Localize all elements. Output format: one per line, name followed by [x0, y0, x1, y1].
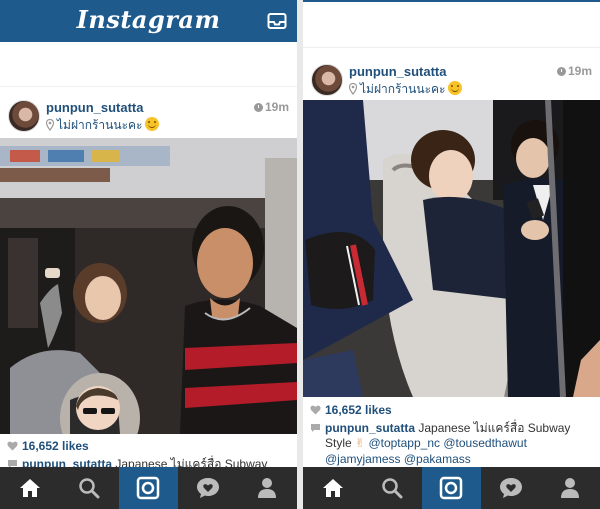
search-icon	[382, 478, 403, 499]
right-screen: punpun_sutatta ไม่ฝากร้านนะคะ 19m 16,652…	[303, 0, 600, 509]
likes-count[interactable]: 16,652 likes	[7, 439, 89, 453]
post-username[interactable]: punpun_sutatta	[349, 64, 447, 79]
home-icon	[322, 479, 343, 497]
tab-profile[interactable]	[238, 467, 297, 509]
profile-icon	[561, 478, 580, 498]
tab-home[interactable]	[0, 467, 59, 509]
mention-toptapp[interactable]: @toptapp_nc	[368, 436, 440, 450]
post-caption: punpun_sutatta Japanese ไม่แคร์สื่อ Subw…	[310, 421, 578, 436]
mention-pakamass[interactable]: @pakamass	[404, 452, 471, 466]
tab-home[interactable]	[303, 467, 362, 509]
likes-text: 16,652 likes	[325, 403, 392, 417]
avatar[interactable]	[8, 100, 40, 132]
avatar[interactable]	[311, 64, 343, 96]
bottom-tab-bar	[303, 467, 600, 509]
post-photo[interactable]	[303, 100, 600, 397]
post-username[interactable]: punpun_sutatta	[46, 100, 144, 115]
caption-style-text: Style	[325, 436, 352, 450]
tab-explore[interactable]	[59, 467, 118, 509]
home-icon	[19, 479, 40, 497]
tab-activity[interactable]	[481, 467, 540, 509]
left-screen: Instagram punpun_sutatta ไม่ฝากร้านนะคะ …	[0, 0, 297, 509]
post-time: 19m	[253, 100, 289, 114]
mention-jamyjamess[interactable]: @jamyjamess	[325, 452, 401, 466]
activity-heart-bubble-icon	[499, 478, 522, 498]
heart-icon	[310, 405, 321, 415]
post-header: punpun_sutatta ไม่ฝากร้านนะคะ 19m	[0, 100, 297, 140]
caption-text: Japanese ไม่แคร์สื่อ Subway	[418, 421, 571, 435]
post-caption-line-3: @jamyjamess @pakamass	[325, 452, 593, 467]
camera-icon	[440, 476, 463, 500]
location-text: ไม่ฝากร้านนะคะ	[360, 82, 446, 96]
time-text: 19m	[264, 100, 289, 114]
tab-profile[interactable]	[541, 467, 600, 509]
top-bar-scrolled	[303, 0, 600, 48]
app-logo: Instagram	[76, 5, 221, 34]
top-navigation-bar: Instagram	[0, 0, 297, 42]
profile-icon	[258, 478, 277, 498]
tab-camera[interactable]	[421, 467, 482, 509]
smiley-icon	[144, 117, 159, 131]
activity-heart-bubble-icon	[196, 478, 219, 498]
bottom-tab-bar	[0, 467, 297, 509]
clock-icon	[253, 103, 263, 112]
tab-activity[interactable]	[178, 467, 237, 509]
time-text: 19m	[567, 64, 592, 78]
post-header: punpun_sutatta ไม่ฝากร้านนะคะ 19m	[303, 64, 600, 104]
tab-explore[interactable]	[362, 467, 421, 509]
tab-camera[interactable]	[118, 467, 179, 509]
location-text: ไม่ฝากร้านนะคะ	[57, 118, 143, 132]
smiley-icon	[447, 81, 462, 95]
post-photo[interactable]	[0, 138, 297, 434]
comment-bubble-icon	[311, 424, 320, 432]
location-pin-icon	[46, 119, 54, 131]
likes-text: 16,652 likes	[22, 439, 89, 453]
caption-username[interactable]: punpun_sutatta	[325, 421, 415, 435]
clock-icon	[556, 67, 566, 76]
post-location[interactable]: ไม่ฝากร้านนะคะ	[349, 80, 462, 99]
victory-hand-icon: ✌	[355, 436, 366, 450]
post-time: 19m	[556, 64, 592, 78]
location-pin-icon	[349, 83, 357, 95]
post-location[interactable]: ไม่ฝากร้านนะคะ	[46, 116, 159, 135]
post-caption-line-2: Style ✌ @toptapp_nc @tousedthawut	[325, 436, 593, 451]
inbox-icon[interactable]	[267, 11, 287, 31]
divider	[0, 86, 297, 87]
search-icon	[79, 478, 100, 499]
camera-icon	[137, 476, 160, 500]
likes-count[interactable]: 16,652 likes	[310, 403, 392, 417]
mention-tousedthawut[interactable]: @tousedthawut	[443, 436, 527, 450]
heart-icon	[7, 441, 18, 451]
